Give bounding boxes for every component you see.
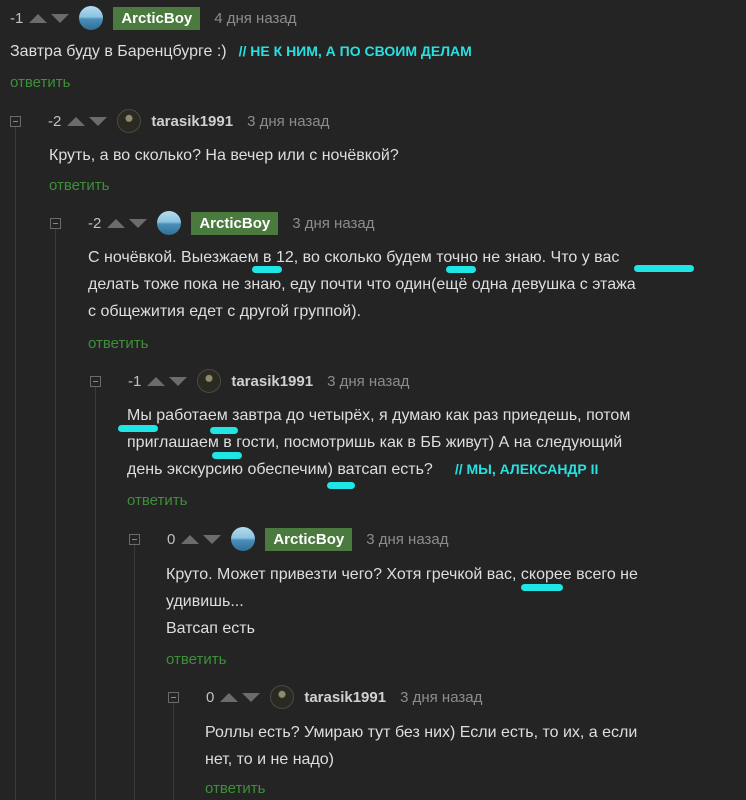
underline-mark xyxy=(521,584,563,591)
avatar[interactable] xyxy=(197,369,222,393)
comment-header: 0 tarasik1991 3 дня назад xyxy=(168,684,482,710)
rating: -1 xyxy=(128,372,142,390)
rating: -2 xyxy=(88,214,102,232)
downvote-icon[interactable] xyxy=(51,13,70,23)
comment-text: Круто. Может привезти чего? Хотя гречкой… xyxy=(166,561,638,642)
collapse-toggle-icon[interactable] xyxy=(50,217,61,229)
comment-header: -2 ArcticBoy 3 дня назад xyxy=(50,210,374,236)
timestamp[interactable]: 3 дня назад xyxy=(247,113,329,130)
comment-line: делать тоже пока не знаю, еду почти что … xyxy=(88,276,636,293)
upvote-icon[interactable] xyxy=(67,116,86,126)
comment-text: С ночёвкой. Выезжаем в 12, во сколько бу… xyxy=(88,244,636,325)
comment-header: -1 tarasik1991 3 дня назад xyxy=(90,368,409,394)
comment-line: приглашаем в гости, посмотришь как в ББ … xyxy=(127,434,623,451)
comment-line: Ватсап есть xyxy=(166,620,255,637)
downvote-icon[interactable] xyxy=(242,692,261,702)
underline-mark xyxy=(446,266,476,273)
comment-header: 0 ArcticBoy 3 дня назад xyxy=(129,526,448,552)
rating: 0 xyxy=(167,530,176,548)
annotation-note: // НЕ К НИМ, А ПО СВОИМ ДЕЛАМ xyxy=(238,43,472,59)
username[interactable]: ArcticBoy xyxy=(113,6,201,30)
comment-line: Круто. Может привезти чего? Хотя гречкой… xyxy=(166,566,638,583)
rating: -1 xyxy=(10,9,24,27)
downvote-icon[interactable] xyxy=(169,376,188,386)
username[interactable]: tarasik1991 xyxy=(151,113,233,130)
thread-line xyxy=(134,543,135,800)
upvote-icon[interactable] xyxy=(107,218,126,228)
collapse-toggle-icon[interactable] xyxy=(168,691,179,703)
underline-mark xyxy=(118,425,158,432)
timestamp[interactable]: 4 дня назад xyxy=(214,10,296,27)
underline-mark xyxy=(634,265,694,272)
comment-line: нет, то и не надо) xyxy=(205,751,334,768)
avatar[interactable] xyxy=(270,685,295,709)
comment-line: с общежития едет с другой группой). xyxy=(88,303,362,320)
comment-line: Завтра буду в Баренцбурге :) xyxy=(10,43,227,60)
thread-line xyxy=(55,228,56,800)
comment-line: удивишь... xyxy=(166,593,244,610)
upvote-icon[interactable] xyxy=(220,692,239,702)
avatar[interactable] xyxy=(117,109,142,133)
username[interactable]: ArcticBoy xyxy=(265,527,353,551)
comment-line: Круть, а во сколько? На вечер или с ночё… xyxy=(49,147,399,164)
downvote-icon[interactable] xyxy=(89,116,108,126)
comment-line: день экскурсию обеспечим) ватсап есть? xyxy=(127,461,433,478)
rating: -2 xyxy=(48,112,62,130)
thread-line xyxy=(95,386,96,800)
reply-link[interactable]: ответить xyxy=(205,780,265,797)
upvote-icon[interactable] xyxy=(29,13,48,23)
comment-text: Мы работаем завтра до четырёх, я думаю к… xyxy=(127,402,630,483)
timestamp[interactable]: 3 дня назад xyxy=(366,531,448,548)
username[interactable]: tarasik1991 xyxy=(304,689,386,706)
username[interactable]: tarasik1991 xyxy=(231,373,313,390)
annotation-note: // МЫ, АЛЕКСАНДР II xyxy=(454,461,599,477)
underline-mark xyxy=(252,266,282,273)
timestamp[interactable]: 3 дня назад xyxy=(292,215,374,232)
reply-link[interactable]: ответить xyxy=(127,492,187,509)
comment-text: Круть, а во сколько? На вечер или с ночё… xyxy=(49,142,399,169)
thread-line xyxy=(15,126,16,800)
avatar[interactable] xyxy=(79,6,104,30)
avatar[interactable] xyxy=(231,527,256,551)
rating: 0 xyxy=(206,688,215,706)
downvote-icon[interactable] xyxy=(203,534,222,544)
comment-line: С ночёвкой. Выезжаем в 12, во сколько бу… xyxy=(88,249,620,266)
comment-text: Роллы есть? Умираю тут без них) Если ест… xyxy=(205,719,637,773)
underline-mark xyxy=(212,452,242,459)
timestamp[interactable]: 3 дня назад xyxy=(400,689,482,706)
reply-link[interactable]: ответить xyxy=(166,651,226,668)
upvote-icon[interactable] xyxy=(181,534,200,544)
downvote-icon[interactable] xyxy=(129,218,148,228)
username[interactable]: ArcticBoy xyxy=(191,211,279,235)
collapse-toggle-icon[interactable] xyxy=(10,115,21,127)
reply-link[interactable]: ответить xyxy=(88,335,148,352)
comment-line: Мы работаем завтра до четырёх, я думаю к… xyxy=(127,407,631,424)
comment-line: Роллы есть? Умираю тут без них) Если ест… xyxy=(205,724,638,741)
upvote-icon[interactable] xyxy=(147,376,166,386)
thread-line xyxy=(173,701,174,800)
comment-text: Завтра буду в Баренцбурге :) // НЕ К НИМ,… xyxy=(10,38,472,65)
reply-link[interactable]: ответить xyxy=(10,74,70,91)
collapse-toggle-icon[interactable] xyxy=(90,375,101,387)
underline-mark xyxy=(210,427,238,434)
collapse-toggle-icon[interactable] xyxy=(129,533,140,545)
reply-link[interactable]: ответить xyxy=(49,177,109,194)
underline-mark xyxy=(327,482,355,489)
comment-header: -1 ArcticBoy 4 дня назад xyxy=(10,5,296,31)
comment-header: -2 tarasik1991 3 дня назад xyxy=(10,108,329,134)
avatar[interactable] xyxy=(157,211,182,235)
timestamp[interactable]: 3 дня назад xyxy=(327,373,409,390)
